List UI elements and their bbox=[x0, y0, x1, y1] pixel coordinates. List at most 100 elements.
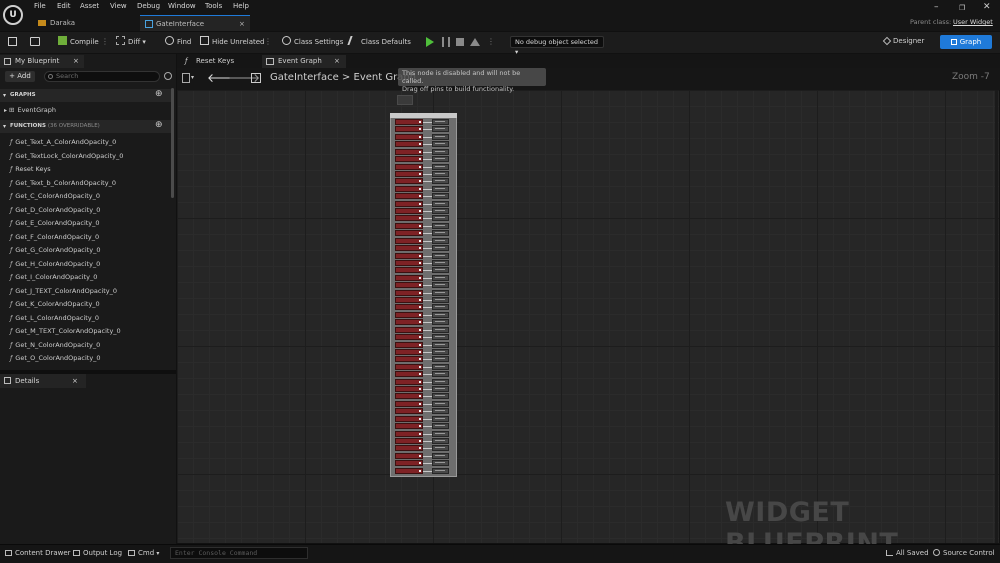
find-button[interactable]: Find bbox=[165, 36, 191, 48]
function-item[interactable]: ƒ Get_TextLock_ColorAndOpacity_0 bbox=[10, 151, 123, 161]
node-pin-left[interactable] bbox=[395, 282, 423, 289]
node-pin-right[interactable] bbox=[432, 319, 449, 326]
node-pin-left[interactable] bbox=[395, 185, 423, 192]
node-pin-left[interactable] bbox=[395, 423, 423, 430]
graph-tab-event-graph[interactable]: Event Graph × bbox=[262, 55, 346, 68]
function-item[interactable]: ƒ Get_I_ColorAndOpacity_0 bbox=[10, 272, 97, 282]
node-pin-left[interactable] bbox=[395, 334, 423, 341]
node-pin-right[interactable] bbox=[432, 141, 449, 148]
function-item[interactable]: ƒ Get_C_ColorAndOpacity_0 bbox=[10, 191, 100, 201]
menu-view[interactable]: View bbox=[110, 2, 127, 10]
details-tab[interactable]: Details × bbox=[0, 374, 86, 388]
node-pin-right[interactable] bbox=[432, 156, 449, 163]
node-pin-left[interactable] bbox=[395, 163, 423, 170]
function-item[interactable]: ƒ Get_Text_b_ColorAndOpacity_0 bbox=[10, 178, 116, 188]
step-icon[interactable] bbox=[442, 37, 450, 47]
node-pin-right[interactable] bbox=[432, 178, 449, 185]
add-function-icon[interactable]: ⊕ bbox=[155, 120, 163, 130]
graph-item-eventgraph[interactable]: ▸ ⊞ EventGraph bbox=[4, 105, 56, 116]
hide-unrelated-button[interactable]: Hide Unrelated bbox=[200, 36, 265, 48]
node-pin-left[interactable] bbox=[395, 393, 423, 400]
search-input[interactable]: Search bbox=[44, 71, 160, 82]
node-pin-right[interactable] bbox=[432, 430, 449, 437]
left-panel-scrollbar[interactable] bbox=[171, 88, 174, 198]
node-pin-left[interactable] bbox=[395, 274, 423, 281]
function-item[interactable]: ƒ Get_M_TEXT_ColorAndOpacity_0 bbox=[10, 326, 121, 336]
menu-help[interactable]: Help bbox=[233, 2, 249, 10]
node-pin-right[interactable] bbox=[432, 423, 449, 430]
node-pin-left[interactable] bbox=[395, 437, 423, 444]
node-pin-left[interactable] bbox=[395, 126, 423, 133]
node-pin-left[interactable] bbox=[395, 208, 423, 214]
node-pin-right[interactable] bbox=[432, 148, 449, 155]
node-pin-left[interactable] bbox=[395, 245, 423, 252]
functions-section-header[interactable]: ▾ FUNCTIONS (36 OVERRIDABLE) bbox=[0, 120, 172, 133]
node-pin-left[interactable] bbox=[395, 178, 423, 185]
class-settings-button[interactable]: Class Settings bbox=[282, 36, 343, 48]
node-pin-right[interactable] bbox=[432, 163, 449, 170]
add-button[interactable]: + Add bbox=[5, 71, 35, 82]
node-pin-left[interactable] bbox=[395, 445, 423, 452]
node-pin-left[interactable] bbox=[395, 408, 423, 415]
debug-object-select[interactable]: No debug object selected ▾ bbox=[510, 36, 604, 56]
node-pin-left[interactable] bbox=[395, 200, 423, 207]
node-pin-right[interactable] bbox=[432, 193, 449, 200]
node-pin-left[interactable] bbox=[395, 230, 423, 237]
unreal-logo-icon[interactable]: U bbox=[3, 5, 23, 25]
designer-mode-button[interactable]: Designer bbox=[878, 35, 934, 48]
doc-tab-daraka[interactable]: Daraka bbox=[34, 15, 134, 31]
node-pin-left[interactable] bbox=[395, 378, 423, 385]
function-item[interactable]: ƒ Get_D_ColorAndOpacity_0 bbox=[10, 205, 100, 215]
node-pin-left[interactable] bbox=[395, 252, 423, 259]
close-icon[interactable]: × bbox=[73, 55, 79, 68]
node-pin-left[interactable] bbox=[395, 297, 423, 303]
graph-canvas[interactable] bbox=[177, 90, 999, 543]
function-item[interactable]: ƒ Get_N_ColorAndOpacity_0 bbox=[10, 340, 100, 350]
node-pin-right[interactable] bbox=[432, 311, 449, 318]
node-pin-right[interactable] bbox=[432, 119, 449, 125]
stop-icon[interactable] bbox=[456, 38, 464, 46]
node-pin-right[interactable] bbox=[432, 304, 449, 311]
node-pin-left[interactable] bbox=[395, 170, 423, 177]
node-pin-right[interactable] bbox=[432, 259, 449, 266]
small-graph-node[interactable] bbox=[397, 95, 413, 105]
node-pin-right[interactable] bbox=[432, 408, 449, 415]
node-pin-right[interactable] bbox=[432, 363, 449, 370]
graph-scrollbar[interactable] bbox=[995, 90, 998, 543]
node-pin-left[interactable] bbox=[395, 400, 423, 407]
eject-icon[interactable] bbox=[470, 38, 480, 46]
diff-button[interactable]: Diff ▾ bbox=[116, 36, 146, 48]
function-item[interactable]: ƒ Get_K_ColorAndOpacity_0 bbox=[10, 299, 100, 309]
close-tab-icon[interactable]: × bbox=[239, 16, 245, 32]
console-command-input[interactable]: Enter Console Command bbox=[170, 547, 308, 559]
node-pin-right[interactable] bbox=[432, 460, 449, 467]
node-pin-left[interactable] bbox=[395, 119, 423, 125]
node-pin-right[interactable] bbox=[432, 341, 449, 348]
node-pin-right[interactable] bbox=[432, 170, 449, 177]
function-item[interactable]: ƒ Get_L_ColorAndOpacity_0 bbox=[10, 313, 99, 323]
node-pin-right[interactable] bbox=[432, 267, 449, 274]
breadcrumb-root[interactable]: GateInterface bbox=[270, 72, 339, 83]
node-pin-left[interactable] bbox=[395, 386, 423, 392]
cmd-select[interactable]: Cmd ▾ bbox=[128, 548, 159, 559]
node-pin-left[interactable] bbox=[395, 348, 423, 355]
function-item[interactable]: ƒ Get_F_ColorAndOpacity_0 bbox=[10, 232, 99, 242]
node-pin-right[interactable] bbox=[432, 133, 449, 140]
close-icon[interactable]: × bbox=[334, 55, 340, 68]
minimize-icon[interactable]: – bbox=[934, 2, 939, 12]
menu-window[interactable]: Window bbox=[168, 2, 196, 10]
function-item[interactable]: ƒ Get_E_ColorAndOpacity_0 bbox=[10, 218, 100, 228]
browse-icon[interactable] bbox=[30, 37, 40, 46]
node-pin-right[interactable] bbox=[432, 215, 449, 222]
node-pin-right[interactable] bbox=[432, 334, 449, 341]
save-icon[interactable] bbox=[8, 37, 17, 46]
node-pin-left[interactable] bbox=[395, 237, 423, 244]
bookmark-icon[interactable] bbox=[182, 73, 190, 83]
function-item[interactable]: ƒ Get_Text_A_ColorAndOpacity_0 bbox=[10, 137, 116, 147]
node-pin-right[interactable] bbox=[432, 437, 449, 444]
node-pin-right[interactable] bbox=[432, 297, 449, 303]
node-pin-left[interactable] bbox=[395, 156, 423, 163]
node-pin-right[interactable] bbox=[432, 126, 449, 133]
node-pin-left[interactable] bbox=[395, 304, 423, 311]
graph-tab-reset-keys[interactable]: ƒ Reset Keys bbox=[180, 55, 258, 68]
